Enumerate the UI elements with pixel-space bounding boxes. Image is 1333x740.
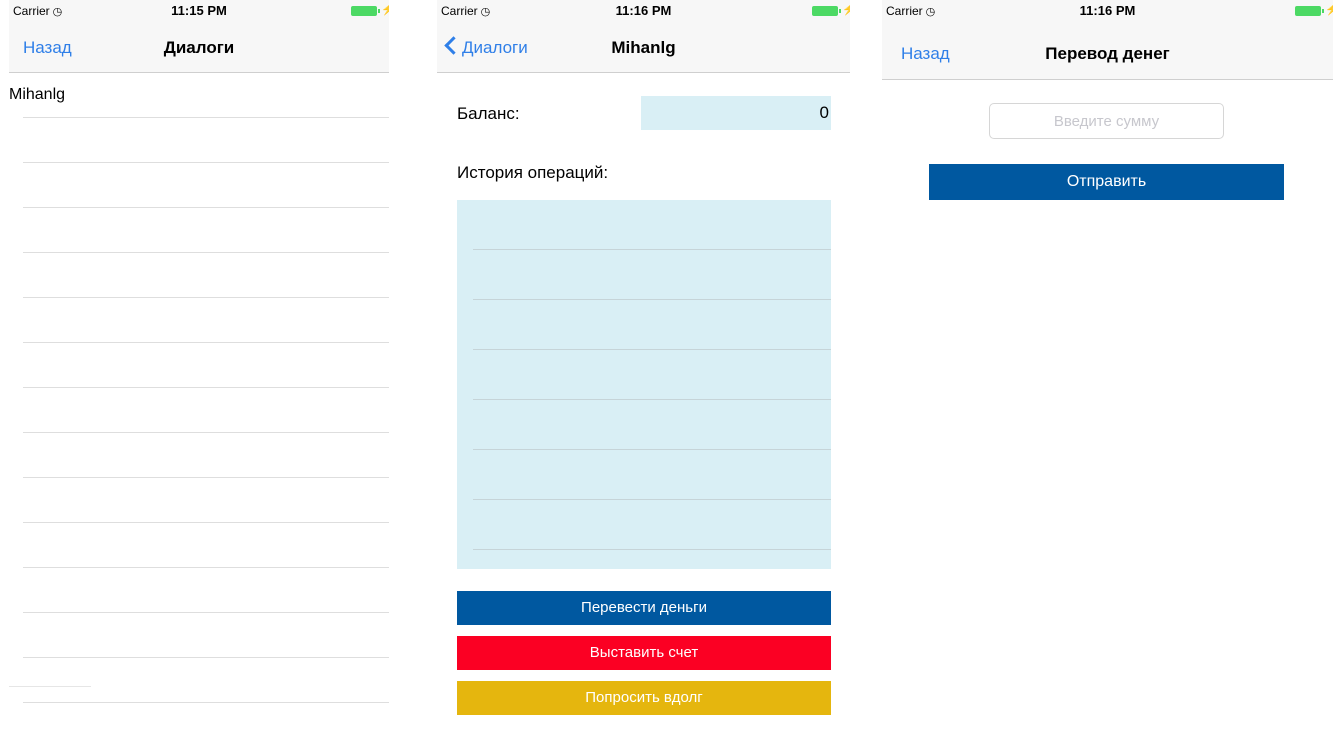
dialogs-screen: Carrier ◷ 11:15 PM ⚡ Назад Диалоги Mihanl… [9, 0, 389, 740]
list-item-empty [23, 568, 389, 613]
amount-input[interactable] [989, 103, 1224, 139]
divider [9, 686, 91, 687]
list-item-empty [23, 163, 389, 208]
navigation-bar: Диалоги Mihanlg [437, 22, 850, 73]
balance-value: 0 [641, 96, 831, 130]
navigation-bar: Назад Перевод денег [882, 22, 1333, 80]
list-item-empty [23, 433, 389, 478]
list-item-empty [23, 343, 389, 388]
navigation-bar: Назад Диалоги [9, 22, 389, 73]
table-row [473, 451, 831, 500]
table-row [473, 501, 831, 550]
dialog-detail-screen: Carrier ◷ 11:16 PM ⚡ Диалоги Mihanlg Бала… [437, 0, 850, 740]
battery-icon: ⚡ [1295, 4, 1333, 16]
send-button[interactable]: Отправить [929, 164, 1284, 200]
status-bar: Carrier ◷ 11:16 PM ⚡ [437, 0, 850, 22]
list-item-empty [23, 658, 389, 703]
balance-label: Баланс: [457, 104, 520, 123]
battery-icon: ⚡ [812, 4, 850, 16]
table-row [473, 301, 831, 350]
table-row [473, 351, 831, 400]
money-transfer-screen: Carrier ◷ 11:16 PM ⚡ Назад Перевод денег … [882, 0, 1333, 740]
charging-bolt-icon: ⚡ [842, 4, 850, 16]
status-time: 11:15 PM [171, 3, 227, 18]
dialog-name: Mihanlg [9, 86, 66, 103]
battery-icon: ⚡ [351, 4, 389, 16]
list-item-empty [23, 478, 389, 523]
table-row [473, 251, 831, 300]
list-item-empty [23, 118, 389, 163]
status-time: 11:16 PM [615, 3, 672, 18]
list-item-empty [23, 523, 389, 568]
page-title: Mihanlg [611, 38, 676, 57]
page-title: Перевод денег [1045, 44, 1170, 63]
borrow-button[interactable]: Попросить вдолг [457, 681, 831, 715]
history-label: История операций: [457, 163, 609, 182]
list-item-empty [23, 253, 389, 298]
list-item[interactable]: Mihanlg [9, 73, 389, 118]
issue-invoice-button[interactable]: Выставить счет [457, 636, 831, 670]
history-table[interactable] [457, 200, 831, 569]
charging-bolt-icon: ⚡ [1325, 4, 1333, 16]
table-row [473, 201, 831, 250]
status-time: 11:16 PM [1079, 3, 1136, 18]
list-item-empty [23, 298, 389, 343]
status-bar: Carrier ◷ 11:15 PM ⚡ [9, 0, 389, 22]
list-item-empty [23, 613, 389, 658]
dialogs-list: Mihanlg [9, 73, 389, 703]
status-bar: Carrier ◷ 11:16 PM ⚡ [882, 0, 1333, 22]
page-title: Диалоги [163, 38, 235, 57]
list-item-empty [23, 388, 389, 433]
transfer-money-button[interactable]: Перевести деньги [457, 591, 831, 625]
charging-bolt-icon: ⚡ [381, 4, 389, 16]
table-row [473, 401, 831, 450]
list-item-empty [23, 208, 389, 253]
